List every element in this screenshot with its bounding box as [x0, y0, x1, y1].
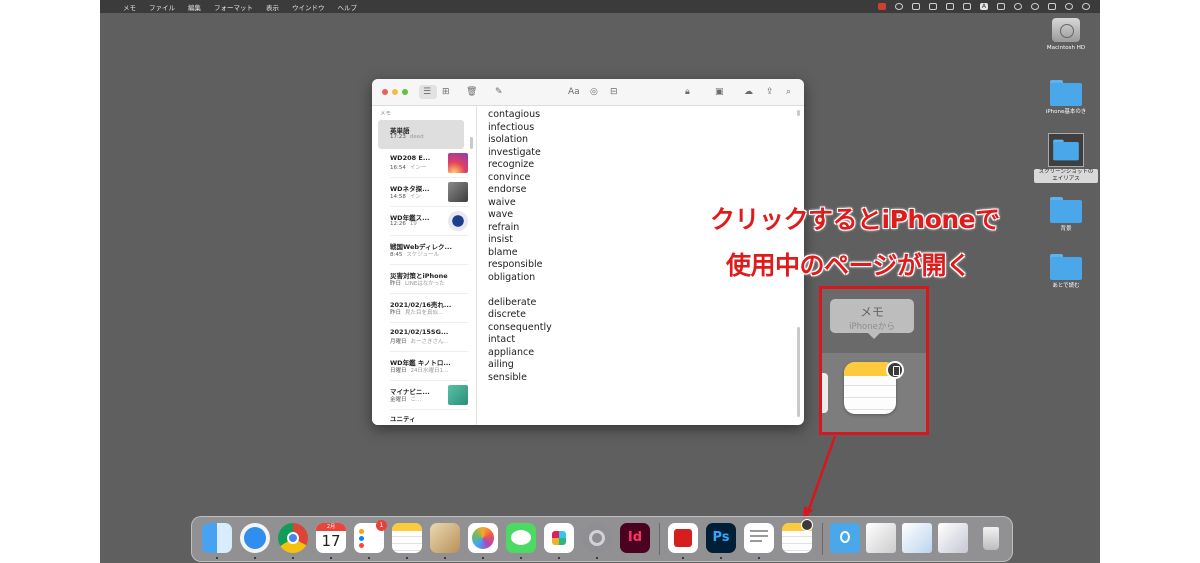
reminders-app-icon[interactable]: 1	[354, 520, 387, 553]
running-indicator	[520, 557, 522, 559]
callout-arrow	[803, 435, 837, 520]
messages-app-icon[interactable]	[506, 523, 536, 553]
downloads-folder-icon[interactable]	[830, 523, 860, 553]
reminders-badge: 1	[376, 520, 387, 531]
calendar-month: 2月	[316, 523, 346, 531]
finder-app-icon[interactable]	[202, 523, 232, 553]
iphone-handoff-badge-icon	[801, 519, 813, 531]
running-indicator	[368, 557, 370, 559]
running-indicator	[720, 557, 722, 559]
dock: 2月 17 1 Id Ps	[191, 516, 1013, 562]
desktop-screen: メモ ファイル 編集 フォーマット 表示 ウインドウ ヘルプ A Macinto	[100, 0, 1100, 563]
recent-document-stack-icon[interactable]	[866, 523, 896, 553]
running-indicator	[596, 557, 598, 559]
running-indicator	[330, 557, 332, 559]
running-indicator	[216, 557, 218, 559]
running-indicator	[682, 557, 684, 559]
dock-separator	[659, 523, 660, 555]
calendar-day: 17	[321, 532, 341, 550]
indesign-label: Id	[627, 530, 643, 545]
photoshop-label: Ps	[712, 530, 730, 545]
photoshop-app-icon[interactable]: Ps	[706, 523, 736, 553]
running-indicator	[482, 557, 484, 559]
script-editor-app-icon[interactable]	[430, 523, 460, 553]
document-stack-icon[interactable]	[938, 523, 968, 553]
system-preferences-app-icon[interactable]	[582, 523, 612, 553]
indesign-app-icon[interactable]: Id	[620, 523, 650, 553]
safari-app-icon[interactable]	[240, 523, 270, 553]
acrobat-app-icon[interactable]	[668, 523, 698, 553]
photos-app-icon[interactable]	[468, 523, 498, 553]
notes-handoff-app-icon[interactable]	[782, 519, 813, 553]
running-indicator	[292, 557, 294, 559]
running-indicator	[758, 557, 760, 559]
running-indicator	[444, 557, 446, 559]
running-indicator	[406, 557, 408, 559]
dock-separator	[822, 523, 823, 555]
running-indicator	[558, 557, 560, 559]
slack-app-icon[interactable]	[544, 523, 574, 553]
notes-app-icon[interactable]	[392, 523, 422, 553]
trash-app-icon[interactable]	[976, 523, 1006, 553]
textedit-app-icon[interactable]	[744, 523, 774, 553]
running-indicator	[254, 557, 256, 559]
chrome-app-icon[interactable]	[278, 523, 308, 553]
calendar-app-icon[interactable]: 2月 17	[316, 523, 346, 553]
screenshot-stack-icon[interactable]	[902, 523, 932, 553]
